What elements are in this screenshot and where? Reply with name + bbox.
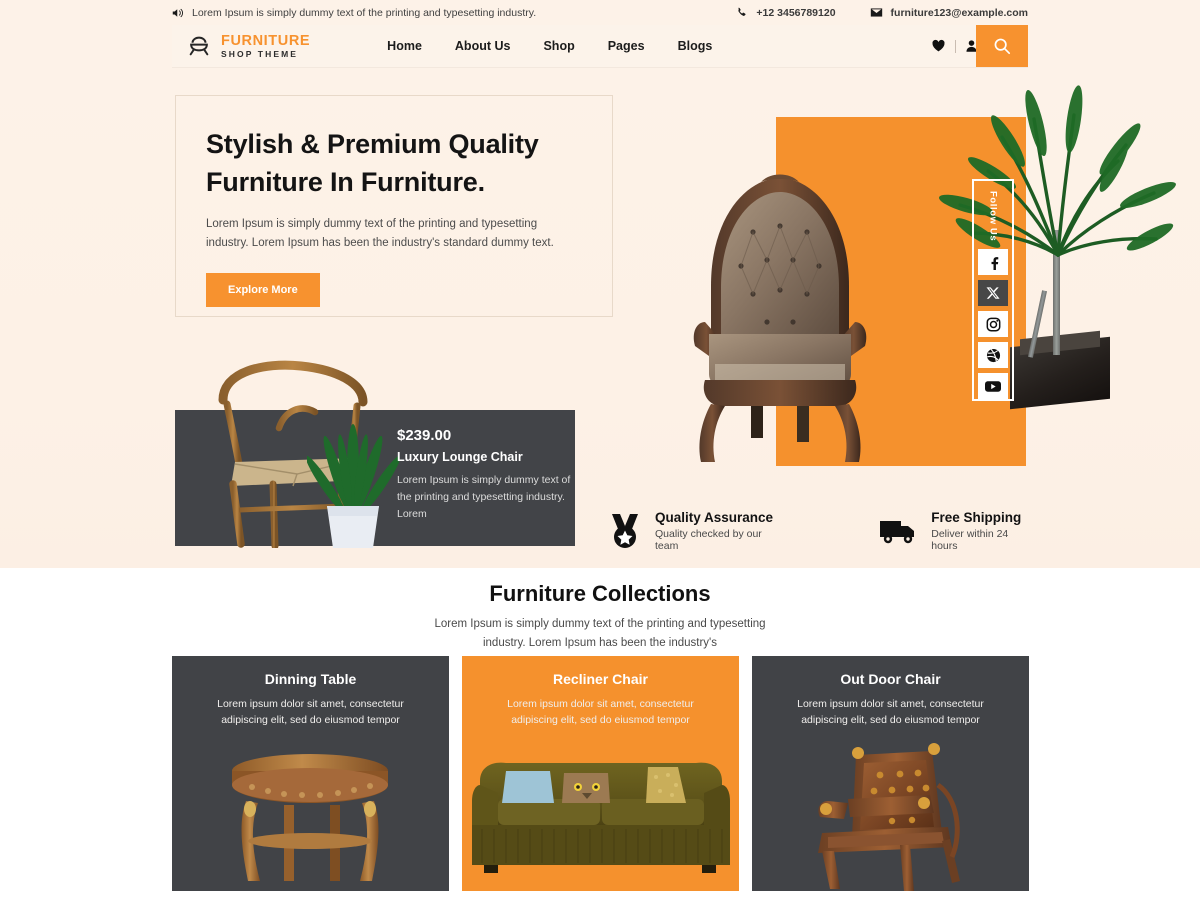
hero-text-panel: Stylish & Premium Quality Furniture In F…	[175, 95, 613, 317]
phone-contact[interactable]: +12 3456789120	[736, 6, 836, 19]
instagram-icon[interactable]	[978, 311, 1008, 337]
olive-corduroy-sofa-image	[462, 741, 739, 891]
card-description: Lorem ipsum dolor sit amet, consectetur …	[217, 698, 404, 727]
email-address: furniture123@example.com	[890, 6, 1028, 19]
hero-image-collage: Follow Us	[620, 85, 1176, 488]
feature-title: Quality Assurance	[655, 510, 774, 525]
wooden-oval-table-image	[172, 741, 449, 891]
hero-paragraph: Lorem Ipsum is simply dummy text of the …	[206, 217, 554, 250]
feature-subtitle: Deliver within 24 hours	[931, 528, 1009, 552]
search-icon	[993, 37, 1011, 55]
search-button[interactable]	[976, 25, 1028, 67]
product-description: Lorem Ipsum is simply dummy text of the …	[397, 474, 571, 520]
product-name: Luxury Lounge Chair	[397, 450, 523, 464]
feature-text: Quality Assurance Quality checked by our…	[655, 510, 777, 552]
contact-group: +12 3456789120 furniture123@example.com	[736, 6, 1028, 19]
product-details: $239.00 Luxury Lounge Chair Lorem Ipsum …	[397, 427, 572, 523]
feature-quality-assurance: Quality Assurance Quality checked by our…	[608, 508, 777, 554]
follow-us-label: Follow Us	[987, 190, 999, 242]
envelope-icon	[870, 6, 883, 19]
phone-icon	[736, 7, 748, 19]
feature-title: Free Shipping	[931, 510, 1022, 525]
site-header: FURNITURE SHOP THEME Home About Us Shop …	[172, 25, 1028, 67]
feature-highlights: Quality Assurance Quality checked by our…	[608, 508, 1028, 554]
card-description: Lorem ipsum dolor sit amet, consectetur …	[507, 698, 694, 727]
logo-primary-text: FURNITURE	[221, 32, 311, 49]
card-title: Out Door Chair	[840, 671, 941, 687]
facebook-icon[interactable]	[978, 249, 1008, 275]
main-navigation: Home About Us Shop Pages Blogs	[387, 39, 712, 53]
nav-item-about-us[interactable]: About Us	[455, 39, 511, 53]
brown-tufted-chair-image	[752, 741, 1029, 891]
collections-header: Furniture Collections Lorem Ipsum is sim…	[0, 568, 1200, 653]
icon-divider	[955, 39, 956, 53]
x-twitter-icon[interactable]	[978, 280, 1008, 306]
feature-free-shipping: Free Shipping Deliver within 24 hours	[880, 508, 1028, 554]
email-contact[interactable]: furniture123@example.com	[870, 6, 1028, 19]
nav-item-pages[interactable]: Pages	[608, 39, 645, 53]
dribbble-icon[interactable]	[978, 342, 1008, 368]
nav-item-blogs[interactable]: Blogs	[678, 39, 713, 53]
youtube-icon[interactable]	[978, 373, 1008, 399]
collections-subtitle: Lorem Ipsum is simply dummy text of the …	[434, 618, 766, 650]
featured-product-card[interactable]: $239.00 Luxury Lounge Chair Lorem Ipsum …	[175, 360, 575, 548]
phone-number: +12 3456789120	[756, 6, 836, 19]
explore-more-button[interactable]: Explore More	[206, 273, 320, 308]
site-logo[interactable]: FURNITURE SHOP THEME	[172, 33, 310, 59]
product-price: $239.00	[397, 427, 452, 444]
logo-text: FURNITURE SHOP THEME	[221, 32, 311, 59]
card-title: Recliner Chair	[553, 671, 648, 687]
collection-card-recliner-chair[interactable]: Recliner Chair Lorem ipsum dolor sit ame…	[462, 656, 739, 891]
luxury-armchair-image	[675, 166, 885, 466]
nav-item-shop[interactable]: Shop	[543, 39, 574, 53]
collection-card-list: Dinning Table Lorem ipsum dolor sit amet…	[172, 656, 1030, 891]
collection-card-out-door-chair[interactable]: Out Door Chair Lorem ipsum dolor sit ame…	[752, 656, 1029, 891]
quality-medal-icon	[608, 513, 642, 549]
snake-plant-image	[307, 422, 399, 550]
logo-secondary-text: SHOP THEME	[221, 49, 299, 59]
top-announcement-bar: Lorem Ipsum is simply dummy text of the …	[172, 0, 1028, 25]
card-title: Dinning Table	[264, 671, 357, 687]
furniture-collections-section: Furniture Collections Lorem Ipsum is sim…	[0, 568, 1200, 891]
announcement-group: Lorem Ipsum is simply dummy text of the …	[172, 7, 536, 19]
furniture-shop-homepage: Lorem Ipsum is simply dummy text of the …	[0, 0, 1200, 900]
hero-title: Stylish & Premium Quality Furniture In F…	[206, 129, 539, 198]
nav-item-home[interactable]: Home	[387, 39, 422, 53]
collection-card-dinning-table[interactable]: Dinning Table Lorem ipsum dolor sit amet…	[172, 656, 449, 891]
feature-subtitle: Quality checked by our team	[655, 528, 762, 552]
feature-text: Free Shipping Deliver within 24 hours	[931, 510, 1028, 552]
chair-logo-icon	[185, 33, 213, 59]
delivery-truck-icon	[880, 517, 918, 545]
wishlist-heart-icon[interactable]	[931, 39, 946, 53]
collections-title: Furniture Collections	[489, 581, 711, 606]
speaker-icon	[172, 7, 184, 19]
card-description: Lorem ipsum dolor sit amet, consectetur …	[797, 698, 984, 727]
social-follow-rail: Follow Us	[972, 179, 1014, 401]
announcement-text: Lorem Ipsum is simply dummy text of the …	[192, 6, 537, 19]
